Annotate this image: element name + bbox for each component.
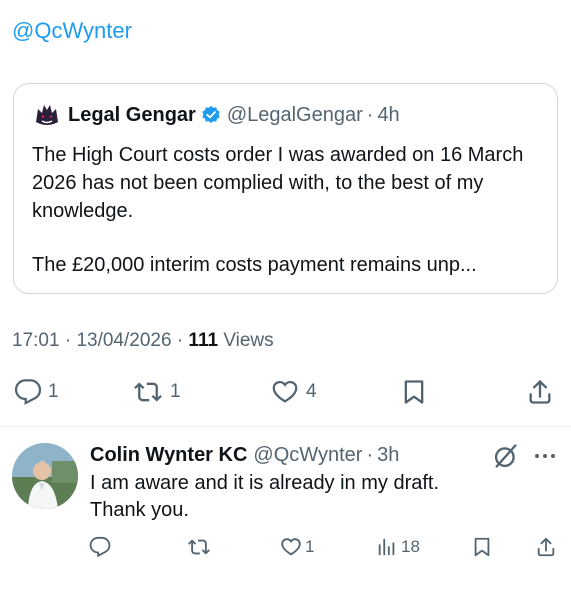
reply-repost-button[interactable] <box>187 532 211 562</box>
more-icon[interactable] <box>530 444 560 468</box>
reply-icon <box>14 379 42 405</box>
like-icon <box>281 538 301 556</box>
quoted-post[interactable]: Legal Gengar @LegalGengar · 4h The High … <box>13 83 558 294</box>
quote-body: The High Court costs order I was awarded… <box>32 141 539 279</box>
reply-like-count: 1 <box>305 537 315 556</box>
repost-button[interactable]: 1 <box>132 372 181 412</box>
verified-icon <box>202 105 220 124</box>
share-icon <box>529 380 551 404</box>
reply-views-button[interactable]: 18 <box>376 532 420 562</box>
reply-line-1: I am aware and it is already in my draft… <box>90 472 440 494</box>
post-metadata: 17:01 · 13/04/2026 · 111 Views <box>12 330 274 352</box>
reply-bookmark-button[interactable] <box>471 532 493 562</box>
separator-dot: · <box>64 330 72 351</box>
reply-button[interactable]: 1 <box>14 372 59 412</box>
share-icon <box>537 537 555 557</box>
reply-timestamp[interactable]: 3h <box>377 444 399 467</box>
share-button[interactable] <box>526 372 554 412</box>
profile-photo <box>12 443 78 509</box>
separator-dot: · <box>366 443 374 466</box>
quote-paragraph-2: The £20,000 interim costs payment remain… <box>32 254 477 276</box>
bookmark-button[interactable] <box>400 372 428 412</box>
post-time[interactable]: 17:01 <box>12 330 60 351</box>
gengar-avatar[interactable] <box>32 100 62 130</box>
bookmark-icon <box>404 380 424 404</box>
reply-actions: 1 18 <box>0 532 571 562</box>
reply-line-2: Thank you. <box>90 499 189 521</box>
views-label: Views <box>223 330 274 351</box>
divider <box>0 426 571 427</box>
repost-icon <box>188 539 210 555</box>
views-count: 111 <box>188 330 219 351</box>
like-icon <box>272 380 298 403</box>
reply-post[interactable]: Colin Wynter KC @QcWynter · 3h I am awar… <box>0 428 571 600</box>
reply-like-button[interactable]: 1 <box>280 532 314 562</box>
quote-timestamp[interactable]: 4h <box>377 104 399 127</box>
reply-reply-button[interactable] <box>89 532 111 562</box>
post-actions: 1 1 4 <box>0 372 571 416</box>
views-icon <box>378 538 395 556</box>
bookmark-icon <box>474 537 490 557</box>
reply-count: 1 <box>48 381 59 402</box>
quote-header: Legal Gengar @LegalGengar · 4h <box>32 99 539 131</box>
quote-author-handle[interactable]: @LegalGengar <box>227 104 363 127</box>
separator-dot: · <box>366 103 374 126</box>
reply-icon <box>89 536 111 558</box>
reply-author-name[interactable]: Colin Wynter KC <box>90 444 247 467</box>
separator-dot: · <box>176 330 184 351</box>
like-button[interactable]: 4 <box>270 372 317 412</box>
reply-author-handle[interactable]: @QcWynter <box>253 444 362 467</box>
repost-count: 1 <box>170 381 181 402</box>
like-count: 4 <box>306 381 317 402</box>
quote-author-name[interactable]: Legal Gengar <box>68 104 196 127</box>
reply-share-button[interactable] <box>535 532 557 562</box>
quote-paragraph-1: The High Court costs order I was awarded… <box>32 144 524 222</box>
reply-views-count: 18 <box>401 537 420 556</box>
avatar[interactable] <box>12 443 78 509</box>
reply-body: I am aware and it is already in my draft… <box>90 470 550 524</box>
grok-icon[interactable] <box>492 442 520 470</box>
repost-icon <box>134 382 162 402</box>
post-date[interactable]: 13/04/2026 <box>76 330 171 351</box>
reply-header: Colin Wynter KC @QcWynter · 3h <box>90 441 399 469</box>
replying-to-handle[interactable]: @QcWynter <box>12 18 132 44</box>
